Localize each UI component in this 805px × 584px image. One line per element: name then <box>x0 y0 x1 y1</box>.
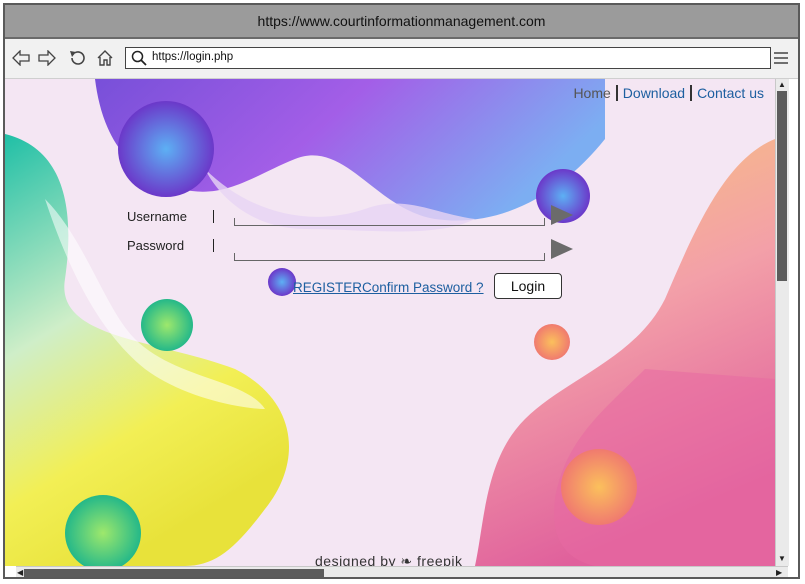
password-label: Password <box>127 238 185 253</box>
back-icon[interactable] <box>11 48 31 68</box>
window-title: https://www.courtinformationmanagement.c… <box>257 13 546 29</box>
browser-toolbar: https://login.php <box>5 39 798 79</box>
password-arrow-icon[interactable] <box>551 239 573 259</box>
scroll-left-icon[interactable]: ◀ <box>17 569 23 577</box>
nav-download[interactable]: Download <box>618 85 690 101</box>
address-bar[interactable]: https://login.php <box>125 47 771 69</box>
reload-icon[interactable] <box>67 48 87 68</box>
password-input[interactable] <box>234 253 545 261</box>
username-label: Username <box>127 209 187 224</box>
vertical-scrollbar[interactable]: ▲ ▼ <box>775 79 789 566</box>
top-nav: Home Download Contact us <box>568 85 769 101</box>
forward-icon[interactable] <box>37 48 57 68</box>
nav-home[interactable]: Home <box>568 85 615 101</box>
background-art <box>5 79 775 566</box>
horizontal-scroll-thumb[interactable] <box>24 569 324 577</box>
title-bar: https://www.courtinformationmanagement.c… <box>5 5 798 39</box>
scroll-down-icon[interactable]: ▼ <box>778 555 786 563</box>
designer-credit: designed by ❧ freepik <box>315 553 463 566</box>
scroll-up-icon[interactable]: ▲ <box>778 81 786 89</box>
password-divider <box>213 239 214 252</box>
nav-contact[interactable]: Contact us <box>692 85 769 101</box>
username-divider <box>213 210 214 223</box>
register-link[interactable]: REGISTER <box>293 280 362 295</box>
login-button[interactable]: Login <box>494 273 562 299</box>
username-arrow-icon[interactable] <box>551 205 573 225</box>
home-icon[interactable] <box>95 48 115 68</box>
confirm-password-link[interactable]: Confirm Password ? <box>362 280 484 295</box>
search-icon <box>131 50 147 71</box>
username-input[interactable] <box>234 218 545 226</box>
menu-icon[interactable] <box>771 48 791 68</box>
vertical-scroll-thumb[interactable] <box>777 91 787 281</box>
address-url: https://login.php <box>152 51 234 63</box>
scroll-right-icon[interactable]: ▶ <box>776 569 782 577</box>
page-content: Home Download Contact us Username Passwo… <box>5 79 775 566</box>
browser-window: https://www.courtinformationmanagement.c… <box>3 3 800 579</box>
horizontal-scrollbar[interactable]: ◀ ▶ <box>16 566 788 577</box>
